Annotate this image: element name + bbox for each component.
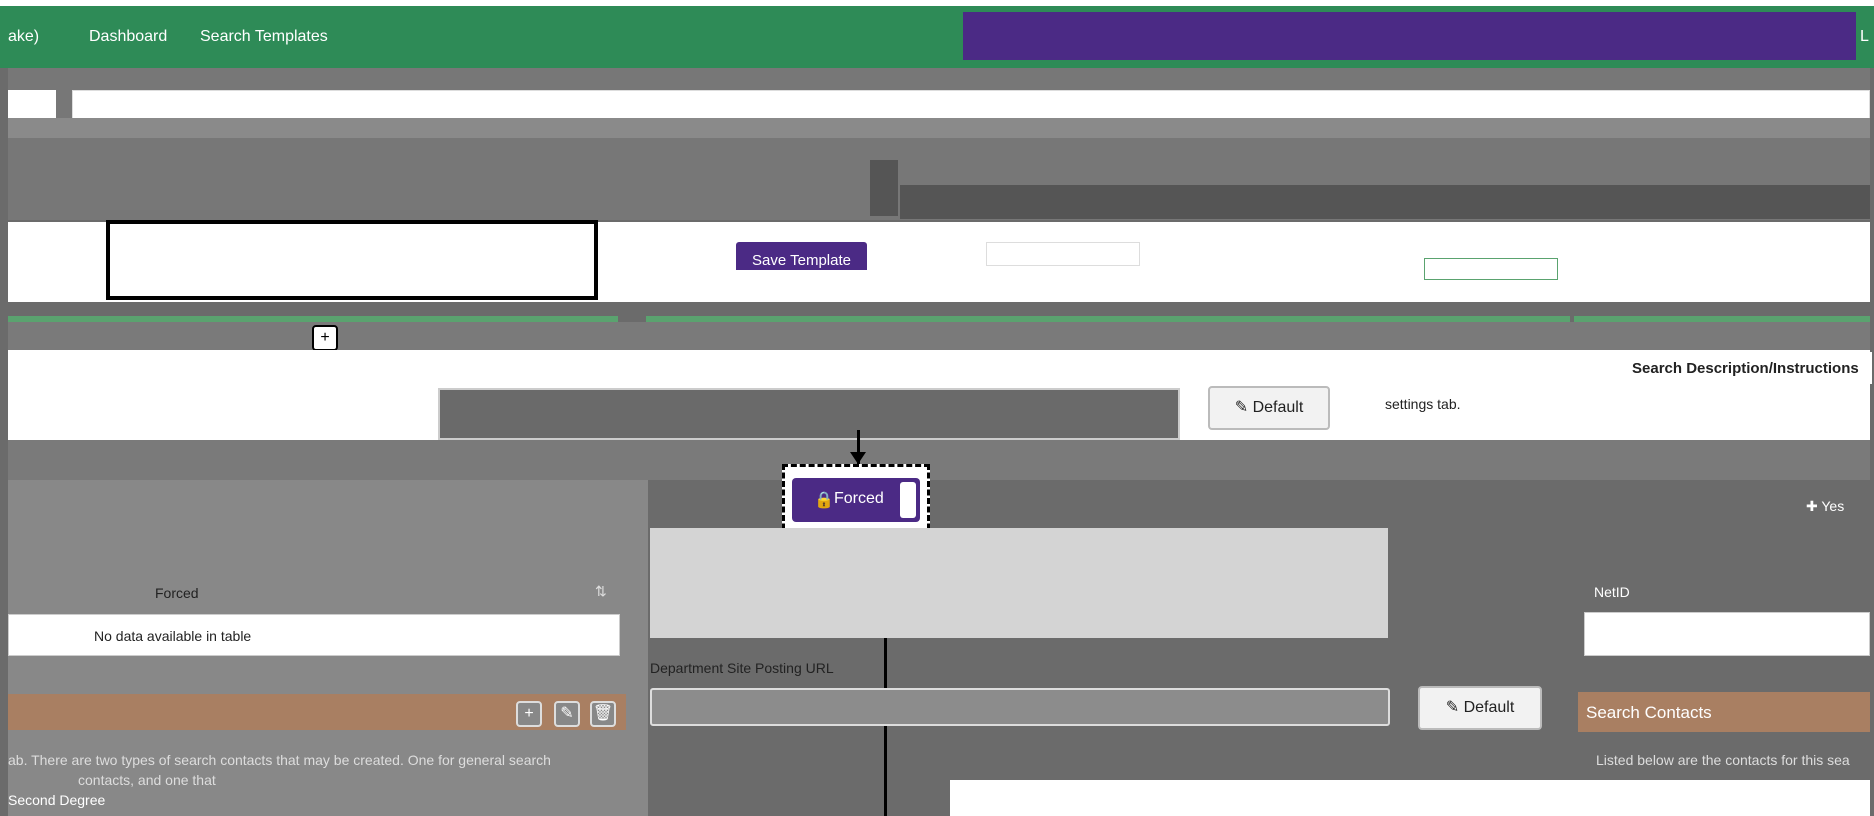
yes-option[interactable]: ✚ Yes <box>1806 498 1844 515</box>
arrow-down-icon <box>850 452 866 464</box>
department-site-url-input[interactable] <box>650 688 1390 726</box>
tab-pill[interactable] <box>986 242 1140 266</box>
settings-tab-text: settings tab. <box>1385 396 1461 412</box>
table-area <box>8 526 648 616</box>
tab-pill-green[interactable] <box>1424 258 1558 280</box>
nav-purple-banner <box>963 12 1856 60</box>
contacts-types-text: ab. There are two types of search contac… <box>8 752 551 768</box>
department-site-url-label: Department Site Posting URL <box>650 660 834 676</box>
second-degree-label: Second Degree <box>8 792 106 808</box>
dark-band <box>900 185 1870 219</box>
default-label-top: Default <box>1252 399 1304 416</box>
nav-right-fragment[interactable]: L <box>1860 28 1869 46</box>
search-contacts-title: Search Contacts <box>1586 703 1712 722</box>
plus-icon[interactable]: + <box>312 325 338 351</box>
default-button-top[interactable]: ✎ Default <box>1208 386 1330 430</box>
add-icon[interactable]: + <box>516 701 542 727</box>
panel-header-band <box>8 322 1870 350</box>
sort-icon[interactable]: ⇅ <box>595 583 607 600</box>
toggle-knob <box>900 482 916 518</box>
yes-label: Yes <box>1821 498 1845 514</box>
header-card <box>72 90 1870 120</box>
highlight-callout-box <box>106 220 598 300</box>
contacts-listed-below-text: Listed below are the contacts for this s… <box>1596 752 1850 768</box>
bottom-white-band <box>950 780 1870 816</box>
edit-icon[interactable]: ✎ <box>554 701 580 727</box>
forced-toggle-button[interactable]: 🔒 Forced <box>792 478 920 522</box>
default-label-url: Default <box>1463 699 1515 716</box>
default-button-url[interactable]: ✎ Default <box>1418 686 1542 730</box>
contacts-types-text-2: contacts, and one that <box>78 772 216 788</box>
nav-search-templates-link[interactable]: Search Templates <box>200 28 328 46</box>
save-template-button[interactable]: Save Template <box>736 242 867 270</box>
netid-input[interactable] <box>1584 612 1870 656</box>
forced-column-header[interactable]: Forced <box>155 585 199 601</box>
description-textarea[interactable] <box>650 528 1388 638</box>
nav-dashboard-link[interactable]: Dashboard <box>89 28 167 46</box>
brand-fragment[interactable]: ake) <box>8 28 39 46</box>
no-data-text: No data available in table <box>94 628 252 644</box>
search-description-title: Search Description/Instructions <box>1632 360 1859 377</box>
forced-label: Forced <box>834 490 884 507</box>
netid-column-header[interactable]: NetID <box>1594 584 1630 600</box>
mid-gray-band <box>8 440 1870 480</box>
instruction-noise-band <box>8 118 1870 138</box>
lock-icon: 🔒 <box>814 492 834 509</box>
template-name-input[interactable] <box>438 388 1180 440</box>
nav-top-edge <box>0 0 1874 6</box>
divider-block <box>870 160 898 216</box>
delete-icon[interactable]: 🗑 <box>590 701 616 727</box>
